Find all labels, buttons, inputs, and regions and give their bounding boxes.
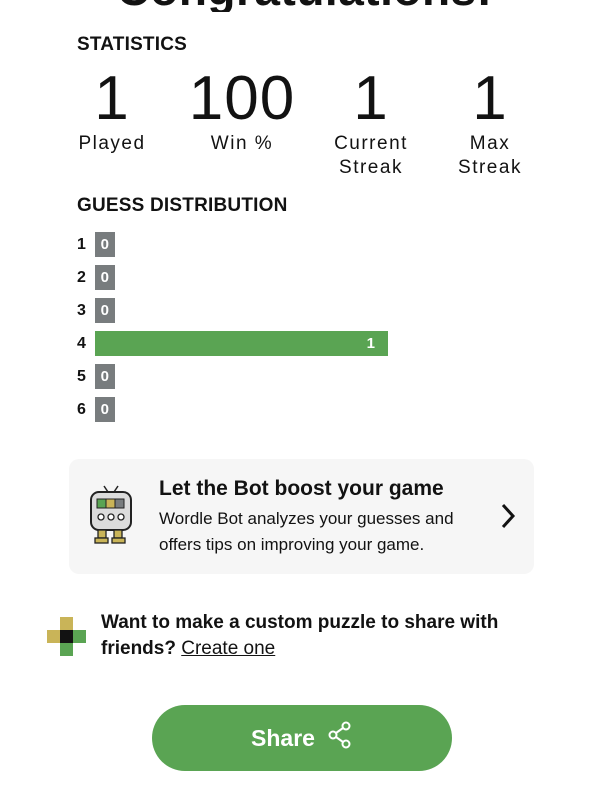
wordle-bot-icon bbox=[89, 484, 133, 551]
share-button[interactable]: Share bbox=[152, 705, 452, 771]
stat-win-percent: 100 Win % bbox=[172, 66, 312, 156]
wordle-bot-promo-card[interactable]: Let the Bot boost your game Wordle Bot a… bbox=[69, 459, 534, 574]
stat-value: 100 bbox=[188, 64, 296, 133]
stat-played: 1 Played bbox=[42, 66, 182, 156]
distribution-row: 4 1 bbox=[77, 331, 388, 356]
stat-max-streak: 1 Max Streak bbox=[420, 66, 560, 180]
guess-distribution-heading: GUESS DISTRIBUTION bbox=[77, 195, 288, 216]
guess-number: 4 bbox=[77, 334, 86, 352]
stat-label: Played bbox=[78, 133, 146, 154]
distribution-bar: 0 bbox=[95, 397, 115, 422]
distribution-row: 2 0 bbox=[77, 265, 115, 290]
guess-number: 6 bbox=[77, 400, 86, 418]
guess-number: 5 bbox=[77, 367, 86, 385]
distribution-row: 3 0 bbox=[77, 298, 115, 323]
bot-promo-title: Let the Bot boost your game bbox=[159, 477, 444, 500]
modal-title: Congratulations! bbox=[0, 0, 609, 12]
guess-number: 3 bbox=[77, 301, 86, 319]
distribution-bar: 0 bbox=[95, 232, 115, 257]
share-icon bbox=[327, 721, 353, 755]
distribution-bar: 1 bbox=[95, 331, 388, 356]
custom-puzzle-text: Want to make a custom puzzle to share wi… bbox=[101, 612, 499, 659]
stat-label: Win % bbox=[210, 133, 274, 154]
distribution-row: 1 0 bbox=[77, 232, 115, 257]
stat-label: Max bbox=[469, 133, 511, 154]
statistics-heading: STATISTICS bbox=[77, 34, 188, 55]
distribution-row: 6 0 bbox=[77, 397, 115, 422]
distribution-bar: 0 bbox=[95, 364, 115, 389]
guess-number: 2 bbox=[77, 268, 86, 286]
stat-value: 1 bbox=[94, 64, 130, 133]
distribution-bar: 0 bbox=[95, 298, 115, 323]
create-one-link[interactable]: Create one bbox=[181, 638, 275, 659]
chevron-right-icon[interactable] bbox=[499, 501, 517, 536]
custom-puzzle-prompt: Want to make a custom puzzle to share wi… bbox=[101, 610, 541, 662]
guess-number: 1 bbox=[77, 235, 86, 253]
share-label: Share bbox=[251, 724, 315, 751]
bot-promo-description: Wordle Bot analyzes your guesses and off… bbox=[159, 509, 454, 554]
puzzle-grid-icon bbox=[47, 617, 87, 662]
stat-label: Streak bbox=[458, 157, 522, 178]
distribution-bar: 0 bbox=[95, 265, 115, 290]
distribution-row: 5 0 bbox=[77, 364, 115, 389]
stat-value: 1 bbox=[472, 64, 508, 133]
